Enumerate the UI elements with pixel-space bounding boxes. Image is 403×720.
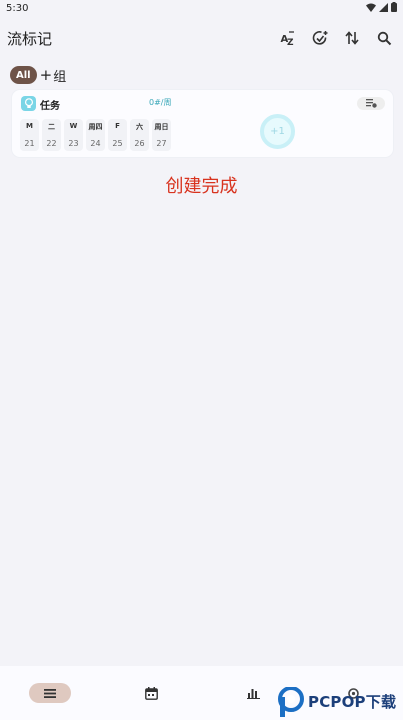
- status-bar: 5:30: [0, 0, 403, 18]
- day-cell[interactable]: W 23: [64, 119, 83, 151]
- day-date: 21: [24, 139, 35, 148]
- increment-button[interactable]: +1: [260, 114, 295, 149]
- sort-alpha-icon: A Z: [281, 31, 294, 46]
- day-date: 24: [90, 139, 101, 148]
- nav-statistics[interactable]: [245, 683, 261, 703]
- nav-calendar[interactable]: [143, 683, 159, 703]
- signal-icon: [379, 2, 388, 12]
- battery-icon: [391, 2, 397, 12]
- watermark-text: PCPOP下载: [308, 693, 397, 711]
- day-name: M: [26, 122, 33, 130]
- bar-chart-icon: [246, 689, 260, 699]
- check-add-button[interactable]: [311, 29, 329, 47]
- add-group-label: 组: [53, 69, 67, 85]
- day-name: F: [115, 122, 120, 130]
- task-weekly-count: 0#/周: [149, 98, 172, 107]
- lightbulb-icon: [24, 98, 33, 108]
- check-circle-add-icon: [312, 30, 327, 45]
- day-cell[interactable]: 六 26: [130, 119, 149, 151]
- wifi-icon: [366, 3, 376, 12]
- day-name: 周日: [154, 123, 169, 131]
- watermark: PCPOP下载: [278, 683, 402, 720]
- day-name: 二: [48, 123, 55, 131]
- app-actions: A Z: [279, 29, 393, 47]
- pcpop-logo-icon: [278, 686, 304, 717]
- day-cell[interactable]: 周日 27: [152, 119, 171, 151]
- group-filter-row: All + 组: [10, 64, 66, 86]
- week-days: M 21 二 22 W 23 周四 24 F 25 六 26 周日 27: [20, 119, 171, 151]
- list-settings-icon: [365, 99, 377, 108]
- day-cell[interactable]: M 21: [20, 119, 39, 151]
- search-button[interactable]: [375, 29, 393, 47]
- day-date: 22: [46, 139, 57, 148]
- nav-list[interactable]: [29, 683, 71, 703]
- reorder-button[interactable]: [343, 29, 361, 47]
- day-name: 周四: [88, 123, 103, 131]
- status-icons: [366, 2, 397, 12]
- day-date: 25: [112, 139, 123, 148]
- day-name: 六: [136, 123, 143, 131]
- search-icon: [377, 31, 391, 45]
- calendar-icon: [144, 686, 158, 700]
- day-date: 23: [68, 139, 79, 148]
- day-name: W: [69, 122, 78, 130]
- day-cell[interactable]: F 25: [108, 119, 127, 151]
- task-icon: [21, 96, 36, 111]
- menu-icon: [44, 688, 56, 698]
- day-cell[interactable]: 周四 24: [86, 119, 105, 151]
- task-card[interactable]: 任务 0#/周 M 21 二 22 W 23 周四 24 F 25 六 26 周日 27 +1: [12, 90, 393, 157]
- day-date: 27: [156, 139, 167, 148]
- task-title: 任务: [40, 101, 60, 112]
- app-bar: 流标记 A Z: [0, 22, 403, 54]
- group-chip-all[interactable]: All: [10, 66, 37, 84]
- day-cell[interactable]: 二 22: [42, 119, 61, 151]
- task-options-button[interactable]: [357, 97, 385, 110]
- status-time: 5:30: [6, 3, 29, 14]
- svg-text:Z: Z: [287, 38, 294, 46]
- sort-alpha-button[interactable]: A Z: [279, 29, 297, 47]
- day-date: 26: [134, 139, 145, 148]
- app-title: 流标记: [7, 30, 53, 48]
- add-group-plus: +: [39, 66, 53, 84]
- creation-complete-message: 创建完成: [165, 176, 238, 197]
- swap-vertical-icon: [345, 31, 359, 45]
- add-group-button[interactable]: + 组: [40, 66, 67, 85]
